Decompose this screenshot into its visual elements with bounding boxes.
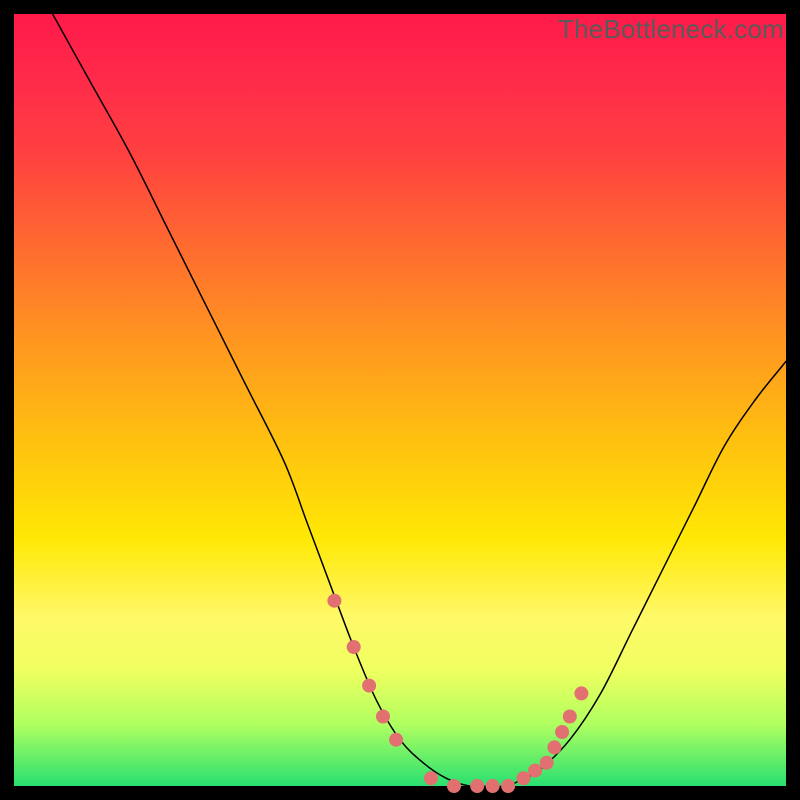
plot-area — [14, 14, 786, 786]
bottleneck-curve — [53, 14, 786, 787]
highlight-dot — [547, 740, 561, 754]
highlight-dot — [528, 764, 542, 778]
highlight-dot — [517, 771, 531, 785]
highlight-dot — [424, 771, 438, 785]
highlight-dot — [574, 686, 588, 700]
highlight-dot — [447, 779, 461, 793]
highlight-dot — [389, 733, 403, 747]
highlight-dot — [327, 594, 341, 608]
highlight-dot — [376, 710, 390, 724]
highlight-dot — [486, 779, 500, 793]
highlight-dots — [327, 594, 588, 793]
highlight-dot — [347, 640, 361, 654]
highlight-dot — [501, 779, 515, 793]
curve-layer — [14, 14, 786, 786]
highlight-dot — [563, 710, 577, 724]
highlight-dot — [540, 756, 554, 770]
chart-frame: TheBottleneck.com — [0, 0, 800, 800]
highlight-dot — [470, 779, 484, 793]
highlight-dot — [555, 725, 569, 739]
watermark-text: TheBottleneck.com — [558, 14, 784, 45]
highlight-dot — [362, 679, 376, 693]
